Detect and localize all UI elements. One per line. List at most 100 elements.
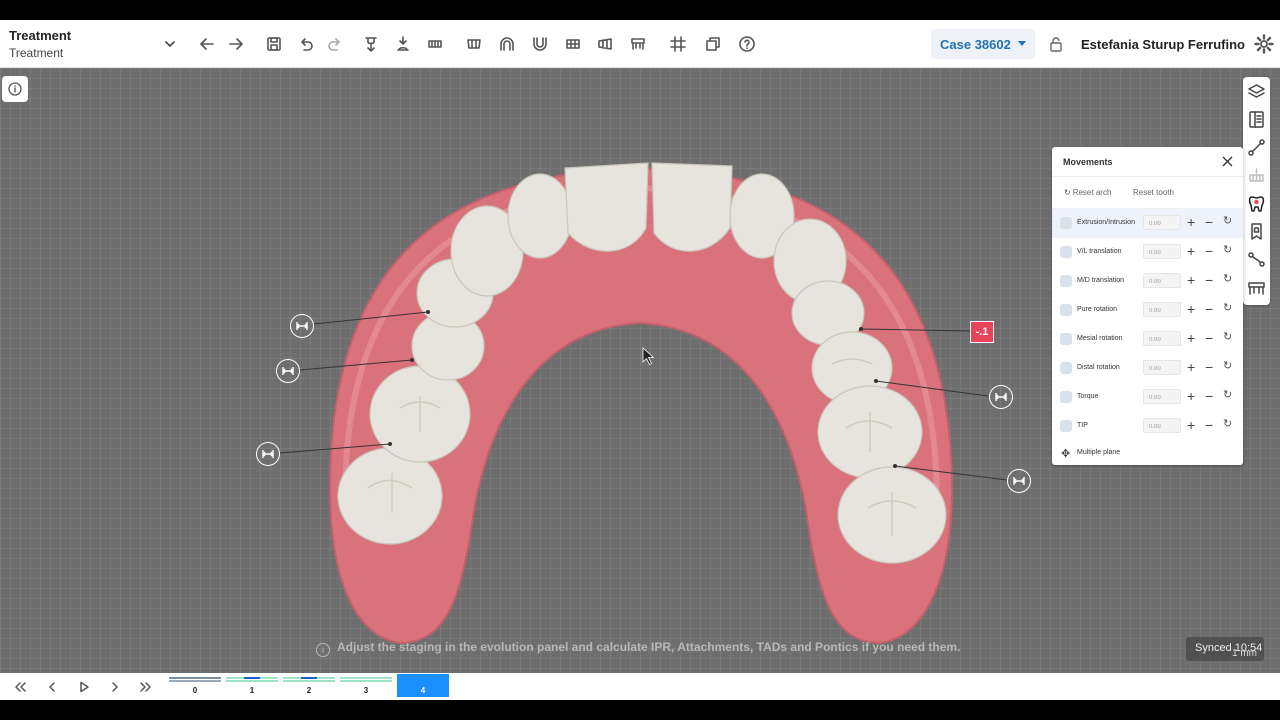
previous-stage-icon[interactable] xyxy=(45,680,59,694)
movement-value-input[interactable] xyxy=(1143,389,1181,404)
frontal-view-icon[interactable] xyxy=(463,33,485,55)
movement-value-input[interactable] xyxy=(1143,244,1181,259)
decrement-button[interactable]: − xyxy=(1205,244,1213,259)
movement-row-mesial-rotation[interactable]: Mesial rotation + − ↻ xyxy=(1052,325,1243,354)
movement-row-vl-translation[interactable]: V/L translation + − ↻ xyxy=(1052,238,1243,267)
arch-upper-icon[interactable] xyxy=(496,33,518,55)
increment-button[interactable]: + xyxy=(1187,418,1195,433)
decrement-button[interactable]: − xyxy=(1205,331,1213,346)
ipr-marker[interactable] xyxy=(256,442,280,466)
movements-panel-title: Movements xyxy=(1063,157,1113,167)
movement-row-md-translation[interactable]: M/D translation + − ↻ xyxy=(1052,267,1243,296)
decrement-button[interactable]: − xyxy=(1205,302,1213,317)
bite-block-icon[interactable] xyxy=(1247,278,1266,297)
title-block[interactable]: Treatment Treatment xyxy=(9,28,179,61)
lock-icon[interactable] xyxy=(1048,36,1064,52)
movement-value-input[interactable] xyxy=(1143,360,1181,375)
reset-tooth-button[interactable]: Reset tooth xyxy=(1133,188,1174,197)
stage-2[interactable]: 2 xyxy=(283,674,335,697)
movement-value-input[interactable] xyxy=(1143,215,1181,230)
occlusal-view-icon[interactable] xyxy=(424,33,446,55)
first-stage-icon[interactable] xyxy=(13,680,27,694)
close-icon[interactable] xyxy=(1222,156,1233,167)
forward-arrow-icon[interactable] xyxy=(225,33,247,55)
movements-panel: Movements Reset arch Reset tooth Extrusi… xyxy=(1052,147,1243,465)
ipr-marker[interactable] xyxy=(276,359,300,383)
movement-value-input[interactable] xyxy=(1143,418,1181,433)
upper-jaw-icon[interactable] xyxy=(360,33,382,55)
decrement-button[interactable]: − xyxy=(1205,273,1213,288)
ipr-marker[interactable] xyxy=(989,385,1013,409)
reset-movement-icon[interactable]: ↻ xyxy=(1223,331,1232,344)
reset-arch-button[interactable]: Reset arch xyxy=(1064,188,1112,197)
increment-button[interactable]: + xyxy=(1187,215,1195,230)
movement-value-input[interactable] xyxy=(1143,302,1181,317)
tooth-movement-icon[interactable] xyxy=(1247,194,1266,213)
increment-button[interactable]: + xyxy=(1187,273,1195,288)
multiple-plane-row[interactable]: ✥ Multiple plane xyxy=(1052,441,1243,466)
caret-down-icon xyxy=(1018,41,1026,46)
attachments-icon[interactable] xyxy=(1247,166,1266,185)
elastic-icon[interactable] xyxy=(1247,250,1266,269)
movement-value-input[interactable] xyxy=(1143,273,1181,288)
stage-4[interactable]: 4 xyxy=(397,674,449,697)
increment-button[interactable]: + xyxy=(1187,331,1195,346)
play-icon[interactable] xyxy=(77,680,91,694)
decrement-button[interactable]: − xyxy=(1205,389,1213,404)
reset-movement-icon[interactable]: ↻ xyxy=(1223,302,1232,315)
ipr-value-badge[interactable]: -.1 xyxy=(970,321,994,343)
movement-label: Distal rotation xyxy=(1077,364,1120,371)
decrement-button[interactable]: − xyxy=(1205,418,1213,433)
grid-icon[interactable] xyxy=(667,33,689,55)
reset-movement-icon[interactable]: ↻ xyxy=(1223,244,1232,257)
3d-viewport[interactable]: -.1 Movements Reset arch Reset tooth Ext… xyxy=(0,68,1280,673)
undo-icon[interactable] xyxy=(295,33,317,55)
movement-label: TIP xyxy=(1077,422,1088,429)
movement-row-extrusion-intrusion[interactable]: Extrusion/Intrusion + − ↻ xyxy=(1052,209,1243,238)
back-arrow-icon[interactable] xyxy=(196,33,218,55)
movement-row-torque[interactable]: Torque + − ↻ xyxy=(1052,383,1243,412)
case-selector[interactable]: Case 38602 xyxy=(931,29,1035,59)
increment-button[interactable]: + xyxy=(1187,360,1195,375)
decrement-button[interactable]: − xyxy=(1205,215,1213,230)
layers-icon[interactable] xyxy=(1247,82,1266,101)
stage-1[interactable]: 1 xyxy=(226,674,278,697)
movement-value-input[interactable] xyxy=(1143,331,1181,346)
movement-row-distal-rotation[interactable]: Distal rotation + − ↻ xyxy=(1052,354,1243,383)
increment-button[interactable]: + xyxy=(1187,244,1195,259)
stage-3[interactable]: 3 xyxy=(340,674,392,697)
left-view-icon[interactable] xyxy=(562,33,584,55)
lower-jaw-icon[interactable] xyxy=(392,33,414,55)
help-icon[interactable] xyxy=(736,33,758,55)
movement-row-tip[interactable]: TIP + − ↻ xyxy=(1052,412,1243,441)
reset-movement-icon[interactable]: ↻ xyxy=(1223,273,1232,286)
bite-view-icon[interactable] xyxy=(627,33,649,55)
measure-icon[interactable] xyxy=(1247,138,1266,157)
arch-lower-icon[interactable] xyxy=(529,33,551,55)
stage-0[interactable]: 0 xyxy=(169,674,221,697)
reset-movement-icon[interactable]: ↻ xyxy=(1223,418,1232,431)
increment-button[interactable]: + xyxy=(1187,389,1195,404)
ipr-marker[interactable] xyxy=(1007,469,1031,493)
decrement-button[interactable]: − xyxy=(1205,360,1213,375)
notes-icon[interactable] xyxy=(1247,110,1266,129)
stage-label: 0 xyxy=(192,686,198,695)
overlay-icon[interactable] xyxy=(702,33,724,55)
redo-icon[interactable] xyxy=(324,33,346,55)
save-icon[interactable] xyxy=(263,33,285,55)
movements-panel-header: Movements xyxy=(1052,147,1243,177)
movement-row-pure-rotation[interactable]: Pure rotation + − ↻ xyxy=(1052,296,1243,325)
md-translation-icon xyxy=(1060,275,1072,287)
next-stage-icon[interactable] xyxy=(108,680,122,694)
gear-icon[interactable] xyxy=(1254,34,1274,54)
right-view-icon[interactable] xyxy=(594,33,616,55)
last-stage-icon[interactable] xyxy=(139,680,153,694)
reset-movement-icon[interactable]: ↻ xyxy=(1223,360,1232,373)
reset-movement-icon[interactable]: ↻ xyxy=(1223,389,1232,402)
ipr-marker[interactable] xyxy=(290,314,314,338)
increment-button[interactable]: + xyxy=(1187,302,1195,317)
top-toolbar: Treatment Treatment Case 38602 Estefania… xyxy=(0,20,1280,68)
chevron-down-icon[interactable] xyxy=(162,36,178,52)
reset-movement-icon[interactable]: ↻ xyxy=(1223,215,1232,228)
bookmark-tooth-icon[interactable] xyxy=(1247,222,1266,241)
